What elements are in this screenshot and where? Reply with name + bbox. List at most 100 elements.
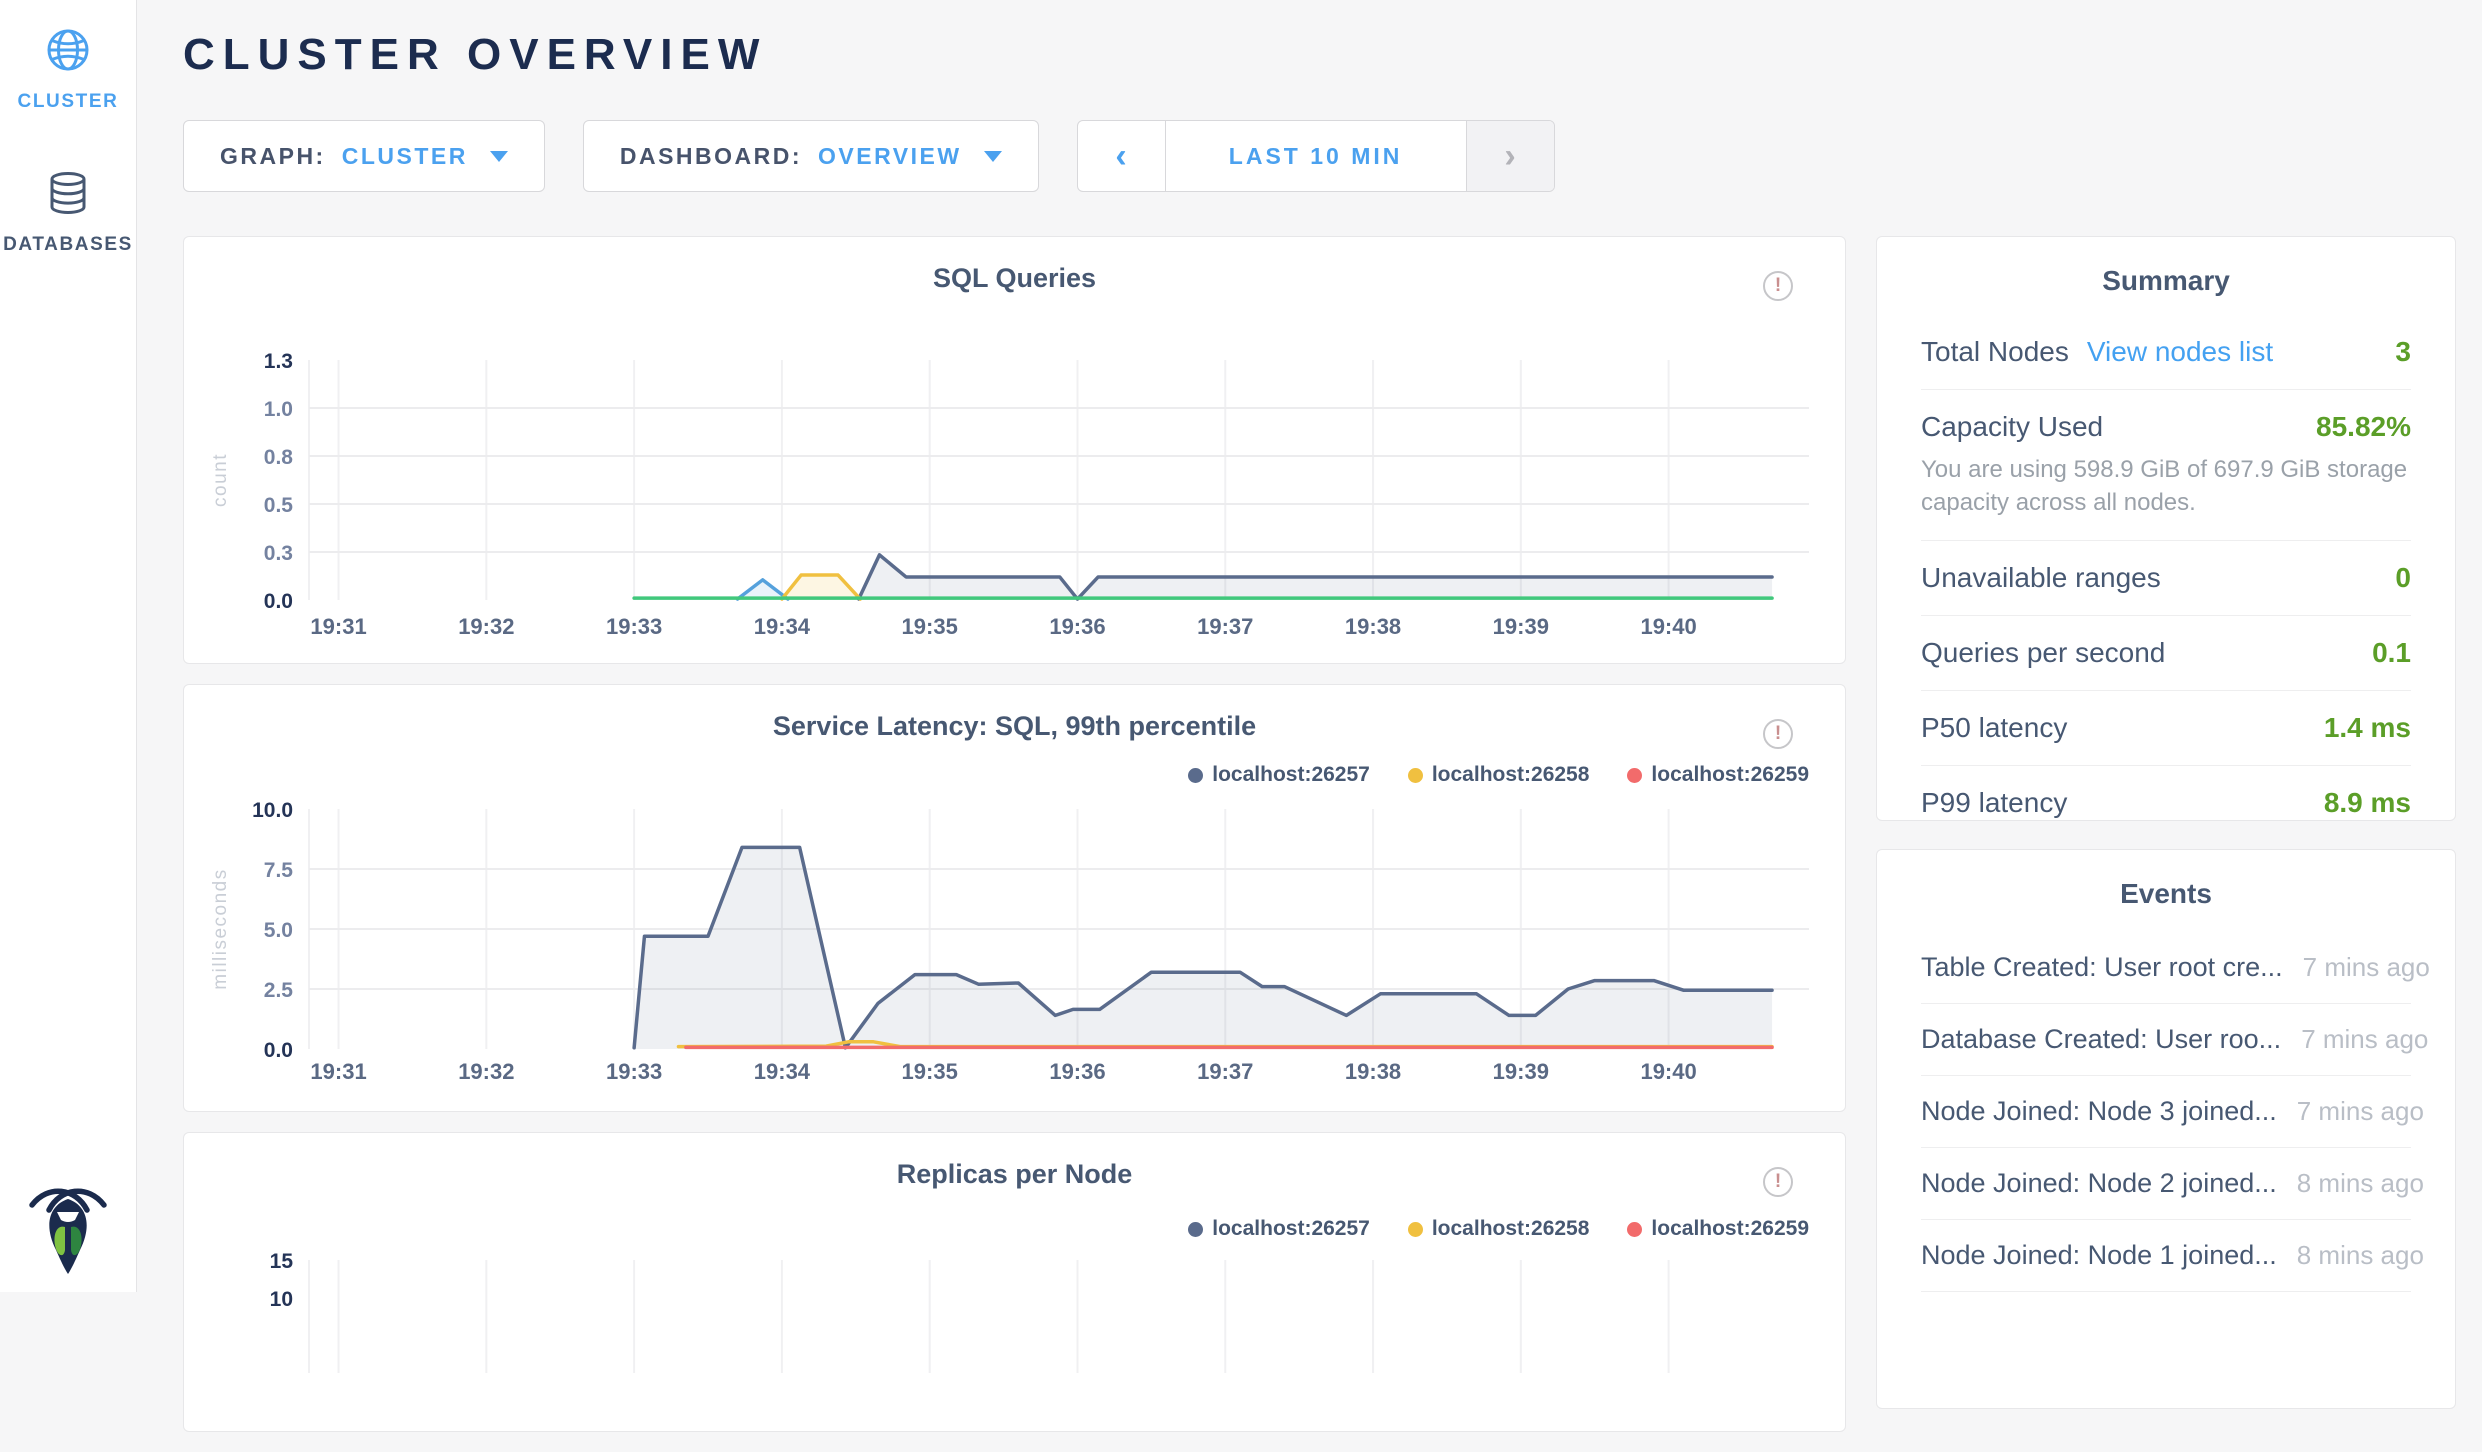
summary-row: P99 latency8.9 ms	[1921, 766, 2411, 840]
legend-dot-icon	[1188, 1222, 1203, 1237]
legend-dot-icon	[1627, 768, 1642, 783]
sidebar-item-cluster[interactable]: CLUSTER	[0, 26, 136, 113]
svg-text:19:35: 19:35	[902, 614, 958, 639]
chart-title: SQL Queries	[184, 237, 1845, 294]
info-icon[interactable]: !	[1763, 271, 1793, 301]
svg-text:10.0: 10.0	[252, 799, 293, 822]
summary-row-label: Unavailable ranges	[1921, 562, 2161, 593]
svg-text:19:37: 19:37	[1197, 1059, 1253, 1084]
summary-row: Unavailable ranges 0	[1921, 541, 2411, 616]
chevron-down-icon	[490, 151, 508, 162]
main-content: CLUSTER OVERVIEW GRAPH: CLUSTER DASHBOAR…	[137, 0, 2482, 1292]
event-time: 7 mins ago	[2297, 1096, 2424, 1127]
svg-text:19:37: 19:37	[1197, 614, 1253, 639]
controls-bar: GRAPH: CLUSTER DASHBOARD: OVERVIEW ‹ LAS…	[183, 120, 2482, 192]
sidebar: CLUSTER DATABASES	[0, 0, 137, 1292]
legend-item: localhost:26259	[1627, 763, 1809, 787]
event-time: 8 mins ago	[2297, 1240, 2424, 1271]
time-next-button[interactable]: ›	[1466, 121, 1554, 191]
event-row: Node Joined: Node 1 joined...8 mins ago	[1921, 1220, 2411, 1292]
summary-row-label: Capacity Used	[1921, 411, 2103, 442]
svg-text:19:33: 19:33	[606, 1059, 662, 1084]
replicas-per-node-card: Replicas per Node ! localhost:26257local…	[183, 1132, 1846, 1432]
event-row: Node Joined: Node 3 joined...7 mins ago	[1921, 1076, 2411, 1148]
svg-text:7.5: 7.5	[264, 859, 294, 882]
legend-label: localhost:26257	[1212, 763, 1370, 787]
chart-legend: localhost:26257 localhost:26258 localhost:…	[1188, 763, 1809, 787]
legend-item: localhost:26257	[1188, 763, 1370, 787]
event-label: Database Created: User roo...	[1921, 1024, 2281, 1055]
svg-text:0.0: 0.0	[264, 1039, 293, 1062]
svg-text:19:34: 19:34	[754, 1059, 811, 1084]
event-label: Node Joined: Node 3 joined...	[1921, 1096, 2277, 1127]
sql-queries-card: SQL Queries ! 1.31.00.80.50.30.019:3119:…	[183, 236, 1846, 664]
svg-text:19:31: 19:31	[310, 1059, 366, 1084]
summary-row-value: 3	[2395, 336, 2411, 368]
svg-text:0.0: 0.0	[264, 590, 293, 613]
legend-label: localhost:26257	[1212, 1217, 1370, 1241]
svg-text:19:38: 19:38	[1345, 1059, 1401, 1084]
info-icon[interactable]: !	[1763, 1167, 1793, 1197]
summary-row-label: Queries per second	[1921, 637, 2165, 668]
service-latency-card: Service Latency: SQL, 99th percentile ! …	[183, 684, 1846, 1112]
graph-dropdown-label: GRAPH:	[220, 143, 326, 170]
svg-text:19:40: 19:40	[1640, 1059, 1696, 1084]
events-panel: Events Table Created: User root cre...7 …	[1876, 849, 2456, 1409]
svg-text:10: 10	[270, 1288, 293, 1311]
event-time: 7 mins ago	[2303, 952, 2430, 983]
graph-dropdown[interactable]: GRAPH: CLUSTER	[183, 120, 545, 192]
capacity-subtext: You are using 598.9 GiB of 697.9 GiB sto…	[1921, 453, 2411, 519]
events-title: Events	[1921, 850, 2411, 910]
legend-label: localhost:26259	[1651, 763, 1809, 787]
dashboard-dropdown[interactable]: DASHBOARD: OVERVIEW	[583, 120, 1039, 192]
time-prev-button[interactable]: ‹	[1078, 121, 1166, 191]
legend-dot-icon	[1627, 1222, 1642, 1237]
svg-text:19:36: 19:36	[1049, 1059, 1105, 1084]
sql-queries-chart[interactable]: 1.31.00.80.50.30.019:3119:3219:3319:3419…	[184, 237, 1845, 649]
svg-text:0.8: 0.8	[264, 446, 294, 469]
time-range-label[interactable]: LAST 10 MIN	[1166, 121, 1466, 191]
svg-text:19:35: 19:35	[902, 1059, 958, 1084]
summary-row: Total NodesView nodes list3	[1921, 315, 2411, 390]
summary-row-value: 85.82%	[2316, 411, 2411, 443]
sidebar-item-databases[interactable]: DATABASES	[0, 169, 136, 256]
svg-text:0.5: 0.5	[264, 494, 294, 517]
svg-text:19:32: 19:32	[458, 1059, 514, 1084]
legend-dot-icon	[1408, 768, 1423, 783]
legend-label: localhost:26259	[1651, 1217, 1809, 1241]
event-label: Node Joined: Node 1 joined...	[1921, 1240, 2277, 1271]
legend-item: localhost:26259	[1627, 1217, 1809, 1241]
svg-text:15: 15	[270, 1250, 294, 1273]
legend-label: localhost:26258	[1432, 763, 1590, 787]
dashboard-dropdown-value: OVERVIEW	[818, 143, 962, 170]
info-icon[interactable]: !	[1763, 719, 1793, 749]
event-time: 7 mins ago	[2301, 1024, 2428, 1055]
globe-icon	[44, 26, 92, 79]
view-nodes-link[interactable]: View nodes list	[2087, 336, 2273, 367]
service-latency-chart[interactable]: 10.07.55.02.50.019:3119:3219:3319:3419:3…	[184, 685, 1845, 1097]
databases-icon	[44, 169, 92, 222]
graph-dropdown-value: CLUSTER	[342, 143, 468, 170]
chevron-down-icon	[984, 151, 1002, 162]
svg-text:19:38: 19:38	[1345, 614, 1401, 639]
legend-item: localhost:26258	[1408, 1217, 1590, 1241]
event-label: Node Joined: Node 2 joined...	[1921, 1168, 2277, 1199]
svg-text:count: count	[210, 453, 231, 507]
summary-panel: Summary Total NodesView nodes list3Capac…	[1876, 236, 2456, 821]
legend-dot-icon	[1408, 1222, 1423, 1237]
summary-row-value: 0	[2395, 562, 2411, 594]
svg-text:1.3: 1.3	[264, 350, 293, 373]
summary-row: P50 latency1.4 ms	[1921, 691, 2411, 766]
dashboard-dropdown-label: DASHBOARD:	[620, 143, 802, 170]
event-rows: Table Created: User root cre...7 mins ag…	[1921, 932, 2411, 1292]
event-row: Database Created: User roo...7 mins ago	[1921, 1004, 2411, 1076]
summary-row-value: 8.9 ms	[2324, 787, 2411, 819]
svg-text:5.0: 5.0	[264, 919, 293, 942]
svg-text:19:39: 19:39	[1493, 1059, 1549, 1084]
svg-text:19:33: 19:33	[606, 614, 662, 639]
svg-text:19:36: 19:36	[1049, 614, 1105, 639]
chart-title: Service Latency: SQL, 99th percentile	[184, 685, 1845, 742]
time-range-picker: ‹ LAST 10 MIN ›	[1077, 120, 1555, 192]
summary-row-value: 0.1	[2372, 637, 2411, 669]
event-row: Table Created: User root cre...7 mins ag…	[1921, 932, 2411, 1004]
